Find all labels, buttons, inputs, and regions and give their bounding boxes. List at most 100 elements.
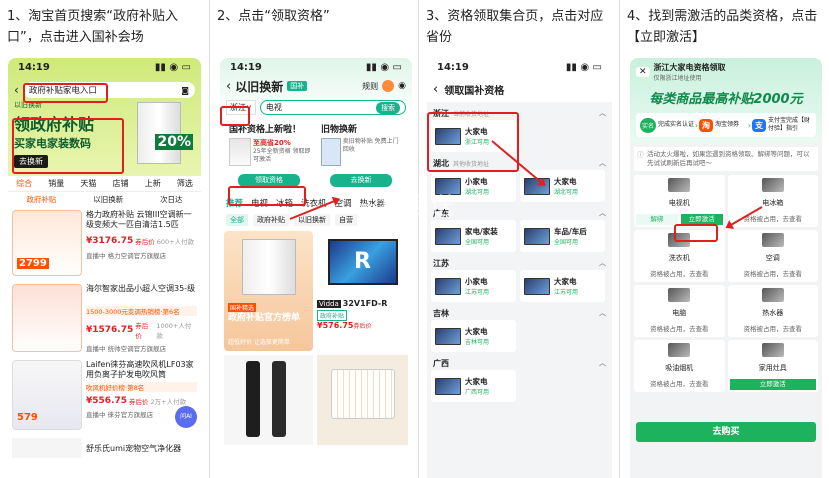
activate-eligibility-screen: ✕ 浙江大家电资格领取 仅限浙江地址使用 每类商品最高补贴2000元 实名 完成实名… <box>630 58 822 478</box>
eligibility-title: 车品/车后 <box>554 227 587 236</box>
buy-button[interactable]: 去购买 <box>636 422 816 442</box>
collapse-icon[interactable]: ︿ <box>599 358 606 368</box>
product-sold: 2万+人付款 <box>150 398 187 406</box>
eligibility-card[interactable]: 大家电 江苏可用 <box>520 270 605 302</box>
rules-link[interactable]: 规则 <box>362 81 378 92</box>
product-card[interactable]: 海尔智家出品小超人空调35-级 1500-3000元变调热销榜·第6名 ¥157… <box>8 281 201 357</box>
chip-all[interactable]: 全部 <box>226 214 248 226</box>
highlight-zhejiang <box>427 112 519 172</box>
eligibility-card[interactable]: 大家电 吉林可用 <box>431 320 516 352</box>
trade-in-card[interactable]: 旧物换新 卖旧物补贴 免费上门回收 去换新 <box>318 119 406 191</box>
eligibility-card[interactable]: 小家电 湖北可用 <box>431 170 516 202</box>
eligibility-card[interactable]: 小家电 江苏可用 <box>431 270 516 302</box>
chip-subsidy[interactable]: 政府补贴 <box>253 214 289 226</box>
product-card[interactable]: 舒乐氏umi宠物空气净化器 <box>8 435 201 461</box>
province-header[interactable]: 江苏 ︿ <box>431 256 608 270</box>
activate-now-button[interactable]: 立即激活 <box>729 379 816 390</box>
chip-selfop[interactable]: 自营 <box>335 214 357 226</box>
eligibility-title: 小家电 <box>465 177 488 186</box>
subtab-item[interactable]: 以旧换新 <box>93 194 123 205</box>
category-grid: 电视机 解绑 立即激活 电冰箱 资格被占用，去查看 洗衣机 资格被占用，去查看 空调 资格被占用… <box>630 175 822 392</box>
occupied-link[interactable]: 资格被占用，去查看 <box>744 324 803 335</box>
more-icon[interactable]: ◉ <box>398 81 406 91</box>
appliance-image <box>229 138 251 166</box>
filter-item[interactable]: 销量 <box>48 178 64 189</box>
highlight-banner <box>12 118 124 174</box>
back-icon[interactable]: ‹ <box>14 83 19 97</box>
eligibility-title: 大家电 <box>465 327 488 336</box>
search-input[interactable]: 电视 搜索 <box>259 100 406 115</box>
tv-model: 32V1FD-R <box>342 299 388 308</box>
eligibility-title: 大家电 <box>554 177 577 186</box>
filter-item[interactable]: 店铺 <box>113 178 129 189</box>
lock-product-image[interactable] <box>224 355 314 445</box>
filter-item[interactable]: 筛选 <box>177 178 193 189</box>
camera-icon[interactable]: ◙ <box>181 86 189 95</box>
category-card: 家用灶具 立即激活 <box>727 340 818 392</box>
eligibility-card[interactable]: 车品/车后 全国可用 <box>520 220 605 252</box>
back-icon[interactable]: ‹ <box>433 82 438 97</box>
subsidy-card[interactable]: 国补资格上新啦！ 至高省20% 25年全新资格 领取即可激活 领取资格 <box>226 119 314 191</box>
trade-in-button[interactable]: 去换新 <box>330 174 392 187</box>
product-card[interactable]: 579 Laifen徕芬高速吹风机LF03家用负离子护发电吹风筒 吹风机好价榜·… <box>8 357 201 435</box>
appliance-icon <box>668 178 691 192</box>
product-shop[interactable]: 直播中 格力空调官方旗舰店 <box>86 250 197 260</box>
avatar[interactable] <box>382 80 395 92</box>
tab-heater[interactable]: 热水器 <box>360 197 386 209</box>
filter-item[interactable]: 天猫 <box>80 178 96 189</box>
product-image: 2799 <box>12 210 82 276</box>
category-name: 热水器 <box>762 309 784 317</box>
collapse-icon[interactable]: ︿ <box>599 258 606 268</box>
appliance-icon <box>524 227 550 245</box>
close-icon[interactable]: ✕ <box>636 67 650 77</box>
filter-item[interactable]: 上新 <box>145 178 161 189</box>
product-image <box>12 284 82 352</box>
province-header[interactable]: 吉林 ︿ <box>431 306 608 320</box>
smart-lock-image <box>246 361 260 437</box>
eligibility-card[interactable]: 大家电 广西可用 <box>431 370 516 402</box>
eligibility-scope: 江苏可用 <box>554 289 579 296</box>
filter-item[interactable]: 综合 <box>16 178 32 189</box>
product-card[interactable]: 2799 格力政府补贴 云锦III空调新一级变频大一匹自清洁1.5匹 ¥3176… <box>8 207 201 281</box>
occupied-link[interactable]: 资格被占用，去查看 <box>744 269 803 280</box>
occupied-link[interactable]: 资格被占用，去查看 <box>744 214 803 225</box>
category-name: 空调 <box>765 254 780 262</box>
eligibility-scope: 江苏可用 <box>465 289 490 296</box>
product-price: ¥1576.75 <box>86 325 134 335</box>
promo-sub: 超低好价 让选择更简单 <box>228 339 290 346</box>
product-rank-tag: 1500-3000元变调热销榜·第6名 <box>86 306 197 316</box>
card-desc: 卖旧物补贴 免费上门回收 <box>342 138 399 153</box>
tv-product-card[interactable]: R Vidda 32V1FD-R 政府补贴 ¥576.75 券后价 <box>317 231 408 351</box>
ask-ai-button[interactable]: 问AI <box>175 406 197 428</box>
collapse-icon[interactable]: ︿ <box>599 108 606 118</box>
occupied-link[interactable]: 资格被占用，去查看 <box>650 324 709 335</box>
step-label: 支付宝完成【财付验】指引 <box>767 117 810 132</box>
step-4-column: 4、找到需激活的品类资格，点击【立即激活】 ✕ 浙江大家电资格领取 仅限浙江地址使… <box>620 0 829 478</box>
search-button[interactable]: 搜索 <box>376 101 400 114</box>
occupied-link[interactable]: 资格被占用，去查看 <box>650 379 709 390</box>
header-subtitle: 仅限浙江地址使用 <box>653 75 702 82</box>
product-shop[interactable]: 直播中 统帅空调官方旗舰店 <box>86 343 197 353</box>
promo-card[interactable]: 国补精选 政府补贴官方榜单 超低好价 让选择更简单 <box>224 231 314 351</box>
occupied-link[interactable]: 资格被占用，去查看 <box>650 269 709 280</box>
filter-bar: 综合 销量 天猫 店铺 上新 筛选 <box>8 176 201 192</box>
notice-text: 活动太火爆啦，如果您遇到资格领取、解绑等问题，可以先试试刷新后再试吧～ <box>647 150 810 167</box>
appliance-icon <box>761 178 784 192</box>
appliance-icon <box>435 277 461 295</box>
collapse-icon[interactable]: ︿ <box>599 208 606 218</box>
collapse-icon[interactable]: ︿ <box>599 158 606 168</box>
subtab-item[interactable]: 次日达 <box>160 194 183 205</box>
back-icon[interactable]: ‹ <box>226 79 231 94</box>
product-price-unit: 券后价 <box>135 322 149 340</box>
appliance-icon <box>761 343 784 357</box>
province-header[interactable]: 广西 ︿ <box>431 356 608 370</box>
eligibility-card[interactable]: 家电/家装 全国可用 <box>431 220 516 252</box>
product-price-unit: 券后价 <box>135 238 155 246</box>
unbind-button[interactable]: 解绑 <box>636 214 678 225</box>
category-name: 家用灶具 <box>758 364 787 372</box>
province-header[interactable]: 广东 ︿ <box>431 206 608 220</box>
heater-product-image[interactable] <box>317 355 408 445</box>
collapse-icon[interactable]: ︿ <box>599 308 606 318</box>
category-card: 空调资格被占用，去查看 <box>727 230 818 282</box>
subtab-item[interactable]: 政府补贴 <box>26 194 56 205</box>
